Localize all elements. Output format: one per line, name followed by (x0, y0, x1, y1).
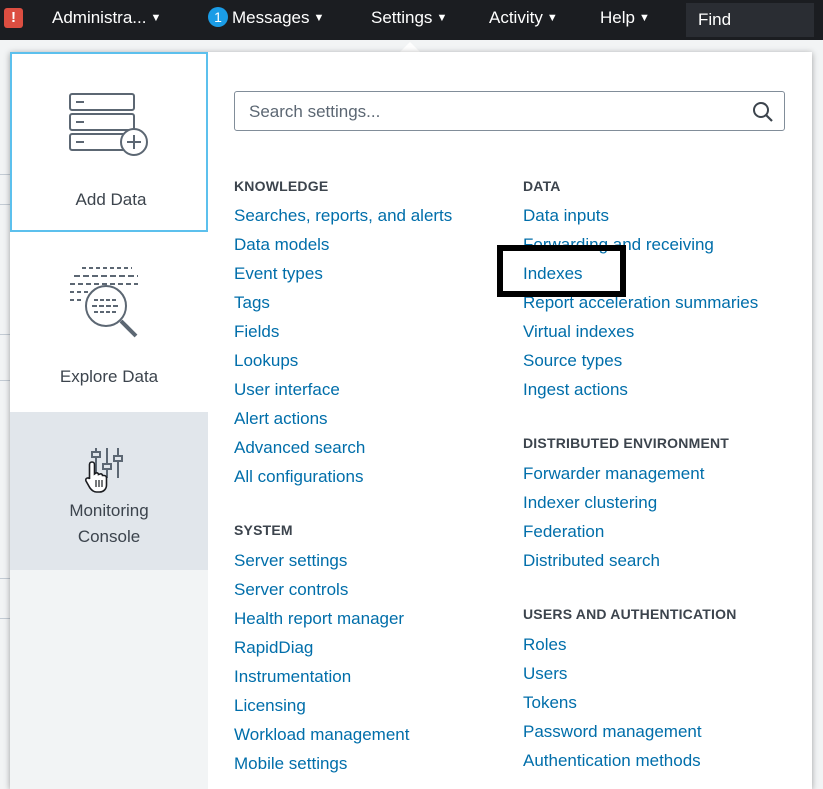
monitoring-console-tile[interactable]: Monitoring Console (10, 412, 208, 570)
link-searches-reports-alerts[interactable]: Searches, reports, and alerts (234, 206, 452, 226)
account-menu[interactable]: Administra... ▼ (52, 8, 161, 28)
link-authentication-methods[interactable]: Authentication methods (523, 751, 701, 771)
settings-menu-label: Settings (371, 8, 433, 27)
hand-pointer-icon (84, 461, 108, 493)
link-lookups[interactable]: Lookups (234, 351, 298, 371)
link-source-types[interactable]: Source types (523, 351, 622, 371)
settings-dropdown-panel: Add Data Explore Data Monitoring Console… (10, 52, 812, 789)
settings-menu[interactable]: Settings ▼ (371, 8, 447, 28)
link-forwarder-management[interactable]: Forwarder management (523, 464, 704, 484)
messages-count-badge: 1 (208, 7, 228, 27)
link-advanced-search[interactable]: Advanced search (234, 438, 365, 458)
section-title-distributed-environment: DISTRIBUTED ENVIRONMENT (523, 435, 730, 451)
top-navigation-bar: ! Administra... ▼ 1 Messages ▼ Settings ▼ Ac… (0, 0, 823, 40)
section-title-data: DATA (523, 178, 561, 194)
link-fields[interactable]: Fields (234, 322, 279, 342)
caret-down-icon: ▼ (638, 12, 650, 24)
caret-down-icon: ▼ (436, 12, 448, 24)
add-data-label: Add Data (75, 190, 147, 209)
link-users[interactable]: Users (523, 664, 567, 684)
link-data-models[interactable]: Data models (234, 235, 329, 255)
link-federation[interactable]: Federation (523, 522, 604, 542)
help-menu[interactable]: Help ▼ (600, 8, 650, 28)
alert-icon[interactable]: ! (4, 8, 23, 28)
explore-data-label: Explore Data (59, 367, 159, 386)
link-distributed-search[interactable]: Distributed search (523, 551, 660, 571)
account-menu-label: Administra... (52, 8, 147, 27)
activity-menu[interactable]: Activity ▼ (489, 8, 558, 28)
link-server-controls[interactable]: Server controls (234, 580, 348, 600)
link-tokens[interactable]: Tokens (523, 693, 577, 713)
indexes-highlight-box (497, 245, 626, 297)
link-instrumentation[interactable]: Instrumentation (234, 667, 351, 687)
link-password-management[interactable]: Password management (523, 722, 702, 742)
link-event-types[interactable]: Event types (234, 264, 323, 284)
link-all-configurations[interactable]: All configurations (234, 467, 363, 487)
section-title-knowledge: KNOWLEDGE (234, 178, 329, 194)
activity-menu-label: Activity (489, 8, 543, 27)
link-data-inputs[interactable]: Data inputs (523, 206, 609, 226)
quick-actions-column: Add Data Explore Data Monitoring Console (10, 52, 208, 789)
messages-menu-label: Messages (232, 8, 310, 27)
dropdown-pointer (400, 42, 420, 52)
server-plus-icon (69, 93, 148, 156)
link-user-interface[interactable]: User interface (234, 380, 340, 400)
messages-menu[interactable]: 1 Messages ▼ (208, 7, 325, 28)
link-workload-management[interactable]: Workload management (234, 725, 409, 745)
link-tags[interactable]: Tags (234, 293, 270, 313)
caret-down-icon: ▼ (313, 12, 325, 24)
link-health-report-manager[interactable]: Health report manager (234, 609, 404, 629)
find-input[interactable]: Find (686, 3, 814, 37)
caret-down-icon: ▼ (546, 12, 558, 24)
explore-data-tile[interactable]: Explore Data (10, 232, 208, 412)
link-virtual-indexes[interactable]: Virtual indexes (523, 322, 634, 342)
link-alert-actions[interactable]: Alert actions (234, 409, 328, 429)
help-menu-label: Help (600, 8, 635, 27)
search-settings-field[interactable] (234, 91, 785, 131)
caret-down-icon: ▼ (150, 12, 162, 24)
link-ingest-actions[interactable]: Ingest actions (523, 380, 628, 400)
section-title-system: SYSTEM (234, 522, 293, 538)
link-rapiddiag[interactable]: RapidDiag (234, 638, 313, 658)
monitoring-label-line1: Monitoring (69, 501, 149, 520)
link-mobile-settings[interactable]: Mobile settings (234, 754, 347, 774)
add-data-tile[interactable]: Add Data (10, 52, 208, 232)
magnifier-data-icon (70, 267, 138, 338)
section-title-users-and-authentication: USERS AND AUTHENTICATION (523, 606, 737, 622)
link-licensing[interactable]: Licensing (234, 696, 306, 716)
link-server-settings[interactable]: Server settings (234, 551, 347, 571)
search-settings-input[interactable] (247, 99, 731, 125)
find-label: Find (698, 10, 732, 29)
link-indexer-clustering[interactable]: Indexer clustering (523, 493, 657, 513)
link-roles[interactable]: Roles (523, 635, 566, 655)
monitoring-label-line2: Console (77, 527, 141, 546)
search-icon[interactable] (752, 101, 774, 123)
